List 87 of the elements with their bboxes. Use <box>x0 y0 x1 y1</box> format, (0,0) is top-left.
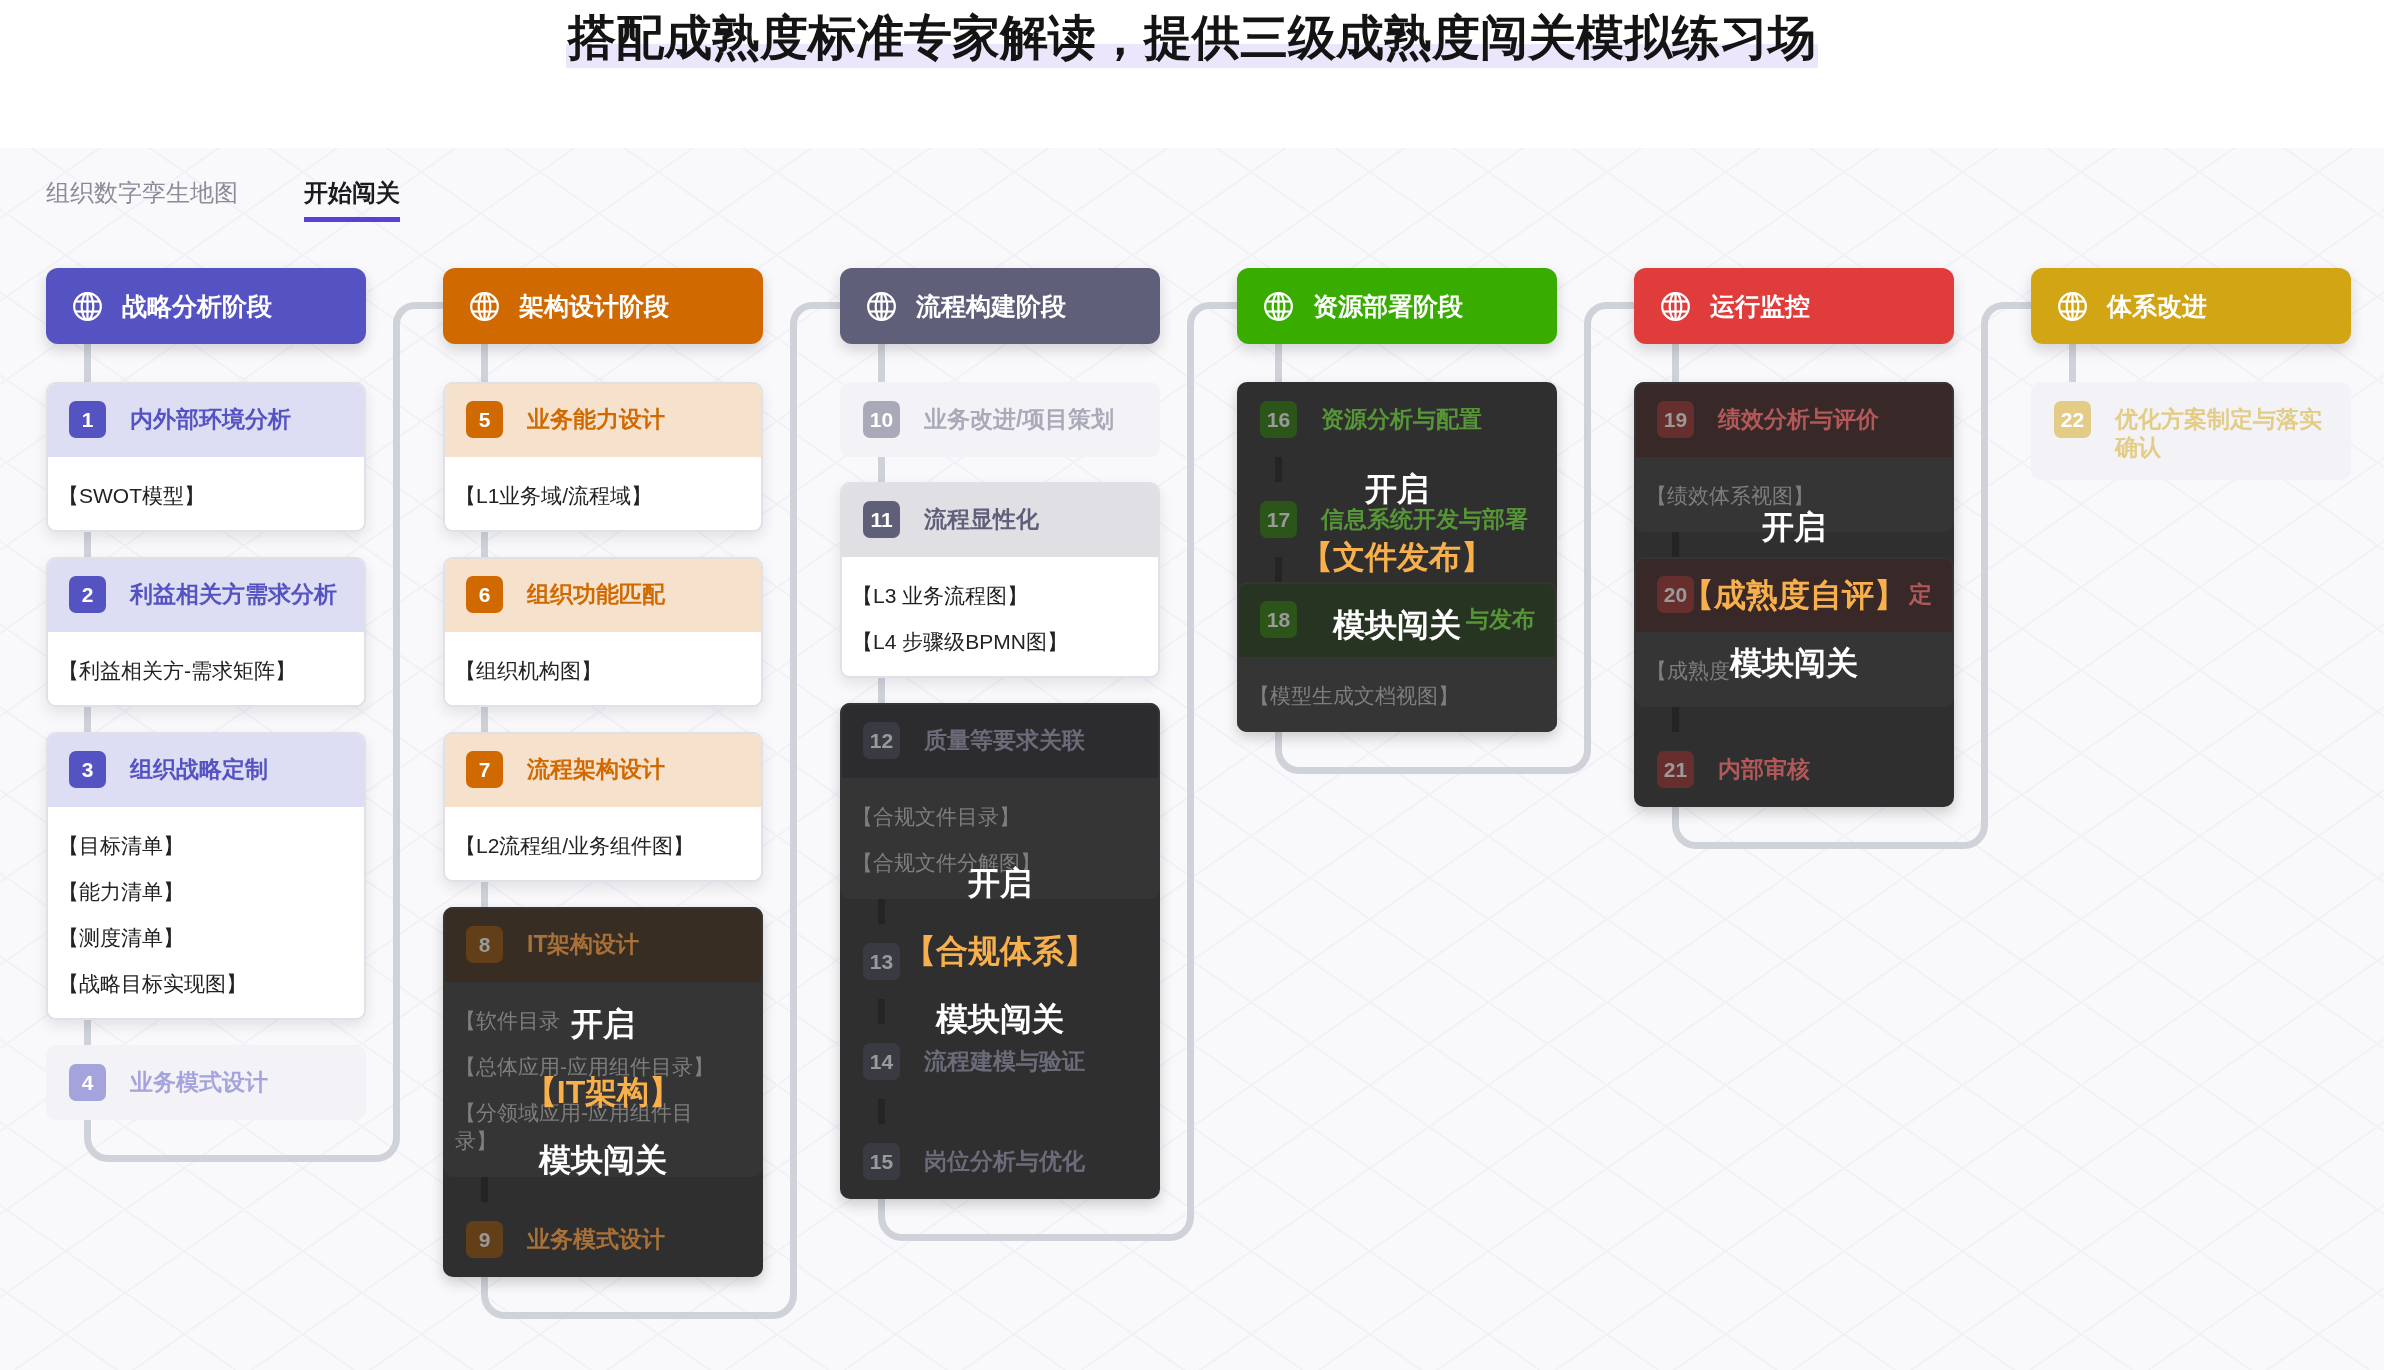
step-number-badge: 12 <box>863 722 900 759</box>
artifact-label: 【模型生成文档视图】 <box>1249 683 1459 709</box>
phase-title: 运行监控 <box>1710 291 1810 322</box>
challenge-label: 模块闯关 <box>1333 609 1461 641</box>
globe-icon <box>470 291 499 321</box>
module-name: 【文件发布】 <box>1301 541 1493 573</box>
artifact-label: 【L1业务域/流程域】 <box>455 483 653 509</box>
module-name: 【合规体系】 <box>904 935 1096 967</box>
step-number-badge: 1 <box>69 401 106 438</box>
module-card[interactable]: 11 流程显性化 【L3 业务流程图】 【L4 步骤级BPMN图】 <box>840 482 1160 678</box>
unlock-label: 开启 <box>1365 473 1429 505</box>
step-title: 绩效分析与评价 <box>1718 405 1879 433</box>
step-title: 利益相关方需求分析 <box>130 580 337 608</box>
challenge-label: 模块闯关 <box>936 1003 1064 1035</box>
module-card[interactable]: 5 业务能力设计 【L1业务域/流程域】 <box>443 382 763 532</box>
module-card[interactable]: 1 内外部环境分析 【SWOT模型】 <box>46 382 366 532</box>
step-title: 流程架构设计 <box>527 755 665 783</box>
artifact-label: 【利益相关方-需求矩阵】 <box>58 658 296 684</box>
step-title: 优化方案制定与落实确认 <box>2115 405 2323 461</box>
step-number-badge: 18 <box>1260 601 1297 638</box>
artifact-label: 【绩效体系视图】 <box>1646 483 1814 509</box>
globe-icon <box>1661 291 1690 321</box>
step-number-badge: 10 <box>863 401 900 438</box>
step-number-badge: 4 <box>69 1064 106 1101</box>
globe-icon <box>867 291 896 321</box>
step-number-badge: 5 <box>466 401 503 438</box>
module-card[interactable]: 3 组织战略定制 【目标清单】 【能力清单】 【测度清单】 【战略目标实现图】 <box>46 732 366 1020</box>
challenge-label: 模块闯关 <box>539 1144 667 1176</box>
unlock-label: 开启 <box>571 1008 635 1040</box>
step-title: 定 <box>1909 580 1932 608</box>
globe-icon <box>73 291 102 321</box>
artifact-label: 【测度清单】 <box>58 925 184 951</box>
tab[interactable]: 组织数字孪生地图 <box>46 176 238 222</box>
artifact-label: 【战略目标实现图】 <box>58 971 247 997</box>
artifact-label: 【L2流程组/业务组件图】 <box>455 833 695 859</box>
step-number-badge: 6 <box>466 576 503 613</box>
step-number-badge: 13 <box>863 943 900 980</box>
artifact-label: 【软件目录 <box>455 1008 560 1034</box>
step-number-badge: 19 <box>1657 401 1694 438</box>
step-title: 质量等要求关联 <box>924 726 1085 754</box>
step-title: 与发布 <box>1466 605 1535 633</box>
step-title: 业务改进/项目策划 <box>924 405 1115 433</box>
artifact-label: 【L4 步骤级BPMN图】 <box>852 629 1068 655</box>
phase-title: 流程构建阶段 <box>916 291 1066 322</box>
module-card[interactable]: 2 利益相关方需求分析 【利益相关方-需求矩阵】 <box>46 557 366 707</box>
step-number-badge: 3 <box>69 751 106 788</box>
artifact-label: 【L3 业务流程图】 <box>852 583 1029 609</box>
step-title: 业务能力设计 <box>527 405 665 433</box>
step-number-badge: 2 <box>69 576 106 613</box>
tab[interactable]: 开始闯关 <box>304 176 400 222</box>
step-title: 内部审核 <box>1718 755 1810 783</box>
step-title: 信息系统开发与部署 <box>1321 505 1528 533</box>
step-title: 流程建模与验证 <box>924 1047 1085 1075</box>
artifact-label: 【SWOT模型】 <box>58 483 205 509</box>
step-title: 流程显性化 <box>924 505 1039 533</box>
artifact-label: 【合规文件目录】 <box>852 804 1020 830</box>
step-title: 业务模式设计 <box>130 1068 268 1096</box>
step-title: 组织功能匹配 <box>527 580 665 608</box>
step-number-badge: 22 <box>2054 401 2091 438</box>
phase-title: 体系改进 <box>2107 291 2207 322</box>
step-title: IT架构设计 <box>527 930 640 958</box>
challenge-label: 模块闯关 <box>1730 646 1858 679</box>
step-title: 岗位分析与优化 <box>924 1147 1085 1175</box>
step-title: 内外部环境分析 <box>130 405 291 433</box>
artifact-label: 【成熟度 <box>1646 659 1730 684</box>
step-number-badge: 9 <box>466 1221 503 1258</box>
module-card[interactable]: 7 流程架构设计 【L2流程组/业务组件图】 <box>443 732 763 882</box>
step-number-badge: 11 <box>863 501 900 538</box>
globe-icon <box>1264 291 1293 321</box>
step-number-badge: 14 <box>863 1043 900 1080</box>
step-number-badge: 17 <box>1260 501 1297 538</box>
phase-title: 资源部署阶段 <box>1313 291 1463 322</box>
module-card[interactable]: 6 组织功能匹配 【组织机构图】 <box>443 557 763 707</box>
step-number-badge: 15 <box>863 1143 900 1180</box>
phase-title: 架构设计阶段 <box>519 291 669 322</box>
phase-title: 战略分析阶段 <box>122 291 272 322</box>
step-number-badge: 8 <box>466 926 503 963</box>
step-title: 业务模式设计 <box>527 1225 665 1253</box>
artifact-label: 【组织机构图】 <box>455 658 602 684</box>
artifact-label: 【能力清单】 <box>58 879 184 905</box>
artifact-label: 【目标清单】 <box>58 833 184 859</box>
step-number-badge: 7 <box>466 751 503 788</box>
globe-icon <box>2058 291 2087 321</box>
step-number-badge: 16 <box>1260 401 1297 438</box>
step-number-badge: 21 <box>1657 751 1694 788</box>
step-title: 资源分析与配置 <box>1321 405 1482 433</box>
step-title: 组织战略定制 <box>130 755 268 783</box>
